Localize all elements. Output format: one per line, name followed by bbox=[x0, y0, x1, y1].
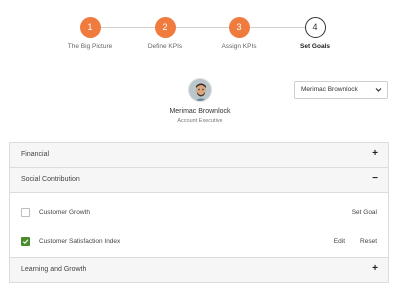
set-goal-button[interactable]: Set Goal bbox=[352, 209, 377, 216]
user-select-value: Merimac Brownlock bbox=[301, 86, 358, 93]
reset-button[interactable]: Reset bbox=[360, 238, 377, 245]
user-role: Account Executive bbox=[177, 118, 223, 124]
collapse-minus-icon[interactable]: − bbox=[372, 173, 378, 184]
checkmark-icon bbox=[22, 238, 29, 245]
step-number-4[interactable]: 4 bbox=[304, 17, 326, 38]
user-name: Merimac Brownlock bbox=[169, 108, 231, 115]
expand-plus-icon[interactable]: + bbox=[372, 148, 378, 159]
avatar bbox=[188, 78, 212, 102]
kpi-checkbox-checked[interactable] bbox=[21, 237, 30, 246]
kpi-label: Customer Satisfaction Index bbox=[39, 238, 121, 245]
kpi-checkbox[interactable] bbox=[21, 208, 30, 217]
step-number-2[interactable]: 2 bbox=[154, 17, 176, 38]
step-number-1[interactable]: 1 bbox=[79, 17, 101, 38]
user-select-dropdown[interactable]: Merimac Brownlock bbox=[294, 81, 388, 99]
user-avatar-icon bbox=[189, 79, 211, 101]
kpi-row: Customer Growth Set Goal bbox=[10, 199, 388, 227]
user-profile: Merimac Brownlock Account Executive bbox=[150, 78, 250, 124]
section-financial-header[interactable]: Financial + bbox=[10, 143, 388, 168]
step-define-kpis[interactable]: 2 Define KPIs bbox=[125, 17, 205, 50]
step-label: Define KPIs bbox=[147, 43, 183, 50]
kpi-label: Customer Growth bbox=[39, 209, 90, 216]
step-set-goals[interactable]: 4 Set Goals bbox=[275, 17, 355, 50]
step-number-3[interactable]: 3 bbox=[228, 17, 250, 38]
step-the-big-picture[interactable]: 1 The Big Picture bbox=[50, 17, 130, 50]
step-label: Set Goals bbox=[300, 43, 330, 50]
progress-stepper: 1 The Big Picture 2 Define KPIs 3 Assign… bbox=[0, 0, 400, 60]
step-label: The Big Picture bbox=[67, 43, 113, 50]
step-assign-kpis[interactable]: 3 Assign KPIs bbox=[199, 17, 279, 50]
section-title: Financial bbox=[21, 151, 50, 158]
edit-button[interactable]: Edit bbox=[334, 238, 345, 245]
kpi-row: Customer Satisfaction Index Edit Reset bbox=[10, 228, 388, 256]
section-learning-and-growth-header[interactable]: Learning and Growth + bbox=[10, 257, 388, 282]
section-title: Social Contribution bbox=[21, 176, 80, 183]
section-title: Learning and Growth bbox=[21, 266, 87, 273]
chevron-down-icon bbox=[375, 82, 382, 104]
step-label: Assign KPIs bbox=[221, 43, 257, 50]
expand-plus-icon[interactable]: + bbox=[372, 263, 378, 274]
section-social-contribution-header[interactable]: Social Contribution − bbox=[10, 168, 388, 193]
kpi-accordion: Financial + Social Contribution − Custom… bbox=[9, 142, 389, 283]
